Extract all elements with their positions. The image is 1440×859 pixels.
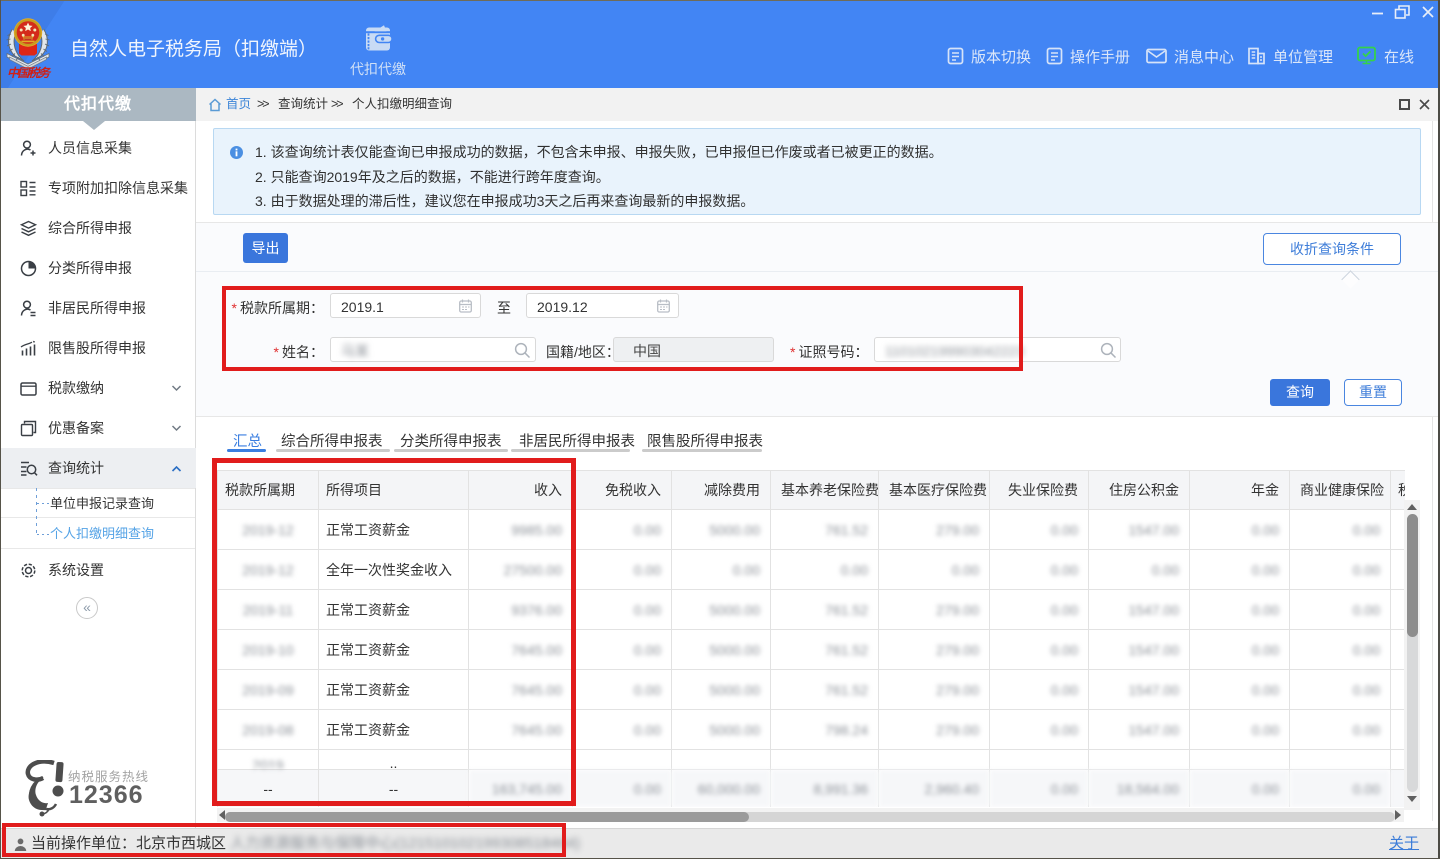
svg-text:中国税务: 中国税务 <box>7 66 52 78</box>
